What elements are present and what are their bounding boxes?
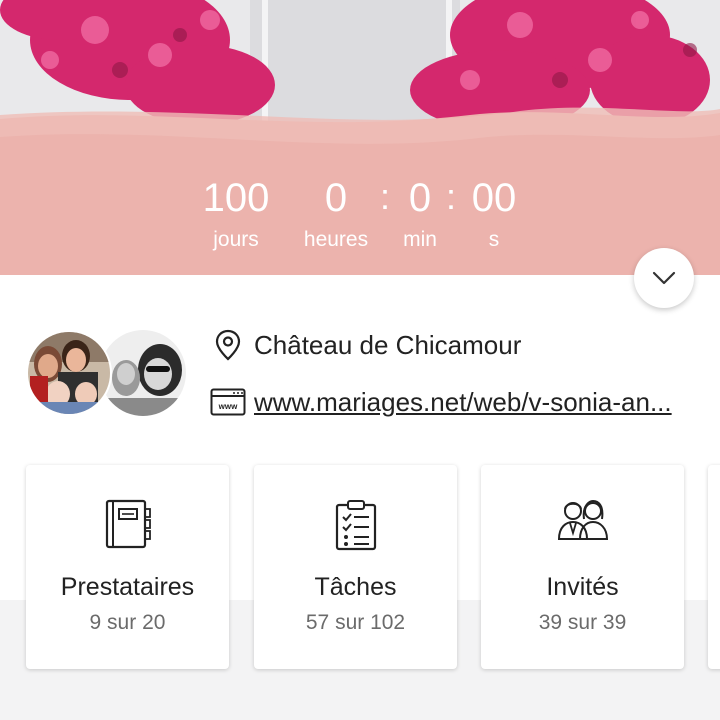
countdown-days: 100 <box>202 176 270 220</box>
notebook-icon <box>26 499 229 555</box>
location-pin-icon <box>210 329 246 361</box>
card-count: 9 sur 20 <box>89 611 166 634</box>
card-title: Prestataires <box>60 573 195 601</box>
countdown-minutes: 0 <box>408 176 432 220</box>
countdown-seconds: 00 <box>471 176 517 220</box>
website-icon: www <box>210 386 246 418</box>
card-invites[interactable]: Invités 39 sur 39 <box>481 465 684 669</box>
countdown-hours: 0 <box>324 176 348 220</box>
card-taches[interactable]: Tâches 57 sur 102 <box>254 465 457 669</box>
countdown-separator: : <box>446 176 457 217</box>
countdown-days-label: jours <box>213 228 259 251</box>
countdown-hours-label: heures <box>303 228 369 251</box>
location-text: Château de Chicamour <box>254 329 522 360</box>
website-icon-label: www <box>218 402 238 411</box>
countdown-minutes-label: min <box>403 228 437 251</box>
avatar[interactable] <box>26 330 112 416</box>
countdown: 100 jours 0 heures : 0 min : 00 s <box>0 170 720 260</box>
avatar[interactable] <box>100 330 186 416</box>
card-next-partial[interactable] <box>708 465 720 669</box>
card-prestataires[interactable]: Prestataires 9 sur 20 <box>26 465 229 669</box>
guests-icon <box>481 499 684 555</box>
website-row[interactable]: www www.mariages.net/web/v-sonia-an... <box>210 382 672 422</box>
countdown-seconds-label: s <box>488 228 500 251</box>
checklist-icon <box>254 499 457 555</box>
card-title: Invités <box>546 573 619 601</box>
expand-button[interactable] <box>634 248 694 308</box>
countdown-separator: : <box>380 176 391 217</box>
card-title: Tâches <box>314 573 397 601</box>
chevron-down-icon <box>652 271 676 285</box>
website-link[interactable]: www.mariages.net/web/v-sonia-an... <box>254 387 672 418</box>
card-count: 57 sur 102 <box>305 611 406 634</box>
card-count: 39 sur 39 <box>538 611 627 634</box>
location-row: Château de Chicamour <box>210 325 521 365</box>
hero-header: 100 jours 0 heures : 0 min : 00 s <box>0 0 720 275</box>
